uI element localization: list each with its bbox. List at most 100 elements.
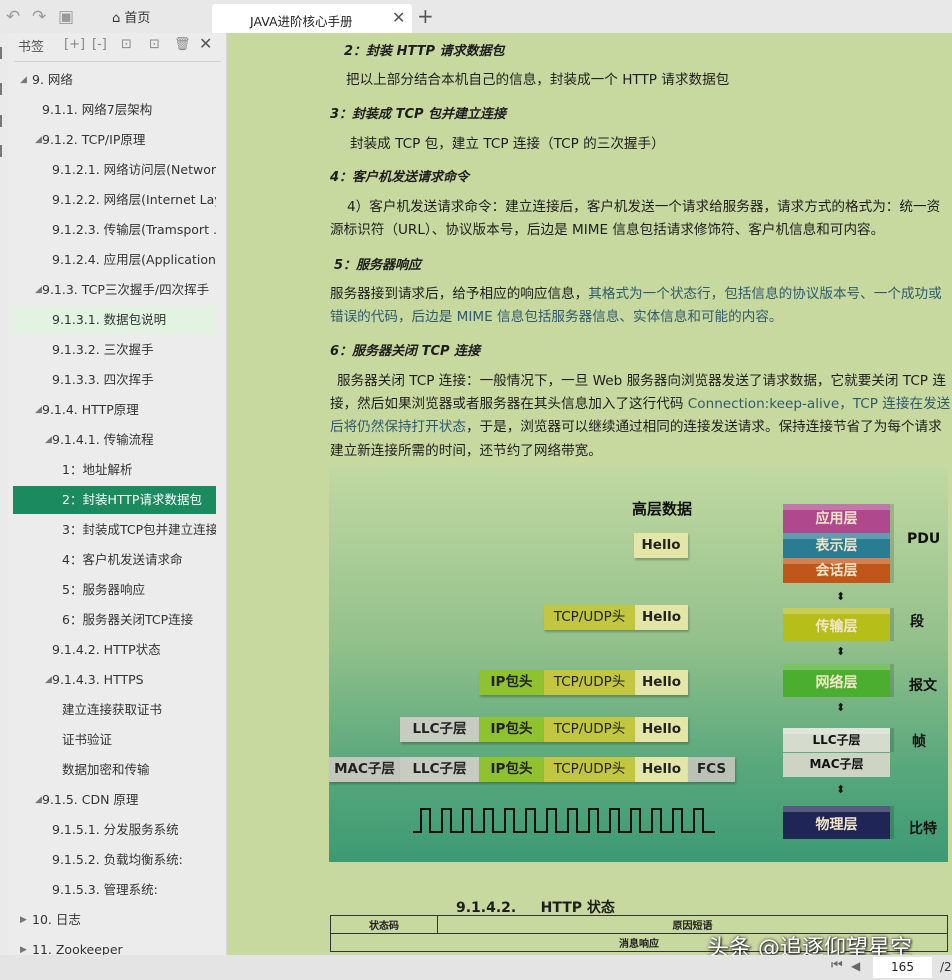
collapse-arrow-icon[interactable]: ◢ xyxy=(45,426,52,454)
new-tab-button[interactable]: + xyxy=(417,4,434,28)
left-strip xyxy=(0,33,8,955)
watermark: 头条 @追逐仰望星空 xyxy=(707,936,912,955)
layer-transport: 传输层 xyxy=(783,608,890,641)
close-panel-icon[interactable]: ✕ xyxy=(199,34,212,53)
bookmark-label: 9.1.5.3. 管理系统: xyxy=(52,882,158,897)
paragraph-line: 源标识符（URL）、协议版本号，后边是 MIME 信息包括请求修饰符、客户机信息… xyxy=(330,222,885,238)
tab-document[interactable]: JAVA进阶核心手册 ✕ xyxy=(212,4,412,33)
bookmark-item[interactable]: 9.1.5.3. 管理系统: xyxy=(13,876,216,904)
bookmark-item[interactable]: 2：封装HTTP请求数据包 xyxy=(13,486,216,514)
bookmark-item[interactable]: 4：客户机发送请求命 xyxy=(13,546,216,574)
collapse-arrow-icon[interactable]: ◢ xyxy=(20,66,27,94)
tab-home[interactable]: ⌂ 首页 xyxy=(112,7,150,26)
edit-bookmark-icon[interactable]: ⊡ xyxy=(149,37,160,52)
ip-header-cell: IP包头 xyxy=(479,717,544,742)
bookmark-item[interactable]: 6：服务器关闭TCP连接 xyxy=(13,606,216,634)
bookmark-item[interactable]: ◢ 9. 网络 xyxy=(13,66,216,94)
bookmark-item[interactable]: ◢ 9.1.2. TCP/IP原理 xyxy=(13,126,216,154)
bookmark-item[interactable]: ◢ 9.1.4.3. HTTPS xyxy=(13,666,216,694)
llc-cell: LLC子层 xyxy=(400,717,479,742)
collapse-arrow-icon[interactable]: ◢ xyxy=(35,276,42,304)
tab-home-label: 首页 xyxy=(124,11,151,26)
bit-signal-wave xyxy=(413,808,715,833)
section-heading: 9.1.4.2. HTTP 状态 xyxy=(456,900,615,916)
paragraph-line: 服务器接到请求后，给予相应的响应信息，其格式为一个状态行，包括信息的协议版本号、… xyxy=(330,286,942,302)
bookmark-label: 5：服务器响应 xyxy=(62,582,145,597)
paragraph-line: 服务器关闭 TCP 连接：一般情况下，一旦 Web 服务器向浏览器发送了请求数据… xyxy=(337,373,946,389)
bit-label: 比特 xyxy=(909,821,937,837)
first-page-button[interactable]: ⏮ xyxy=(831,958,843,973)
layer-application: 应用层 xyxy=(783,504,890,533)
bookmark-item[interactable]: ◢ 9.1.3. TCP三次握手/四次挥手 xyxy=(13,276,216,304)
collapse-arrow-icon[interactable]: ◢ xyxy=(35,786,42,814)
layer-session: 会话层 xyxy=(783,558,890,583)
paragraph-line: 4）客户机发送请求命令：建立连接后，客户机发送一个请求给服务器，请求方式的格式为… xyxy=(347,199,941,215)
page-number-input[interactable]: 165 xyxy=(873,957,932,978)
bookmark-item[interactable]: 9.1.2.2. 网络层(Internet Lay... xyxy=(13,186,216,214)
bookmark-item[interactable]: 9.1.2.3. 传输层(Tramsport ... xyxy=(13,216,216,244)
collapse-arrow-icon[interactable]: ◢ xyxy=(45,666,52,694)
bookmark-label: 证书验证 xyxy=(62,732,113,747)
bookmark-label: 9. 网络 xyxy=(32,72,73,87)
pdu-label: PDU xyxy=(907,531,941,547)
bookmark-item[interactable]: ◢ 9.1.5. CDN 原理 xyxy=(13,786,216,814)
bookmark-label: 数据加密和传输 xyxy=(62,762,150,777)
data-cell: Hello xyxy=(635,757,688,782)
bookmark-label: 10. 日志 xyxy=(32,912,81,927)
expand-all-icon[interactable]: [+] xyxy=(64,37,85,52)
bookmark-label: 9.1.5.2. 负载均衡系统: xyxy=(52,852,183,867)
collapse-arrow-icon[interactable]: ◢ xyxy=(35,396,42,424)
close-tab-icon[interactable]: ✕ xyxy=(392,8,405,27)
bookmark-item[interactable]: 9.1.5.2. 负载均衡系统: xyxy=(13,846,216,874)
bookmark-item[interactable]: 5：服务器响应 xyxy=(13,576,216,604)
bookmark-item[interactable]: 数据加密和传输 xyxy=(13,756,216,784)
layer-presentation: 表示层 xyxy=(783,533,890,558)
paragraph-line: 后将仍然保持打开状态，于是，浏览器可以继续通过相同的连接发送请求。保持连接节省了… xyxy=(330,419,942,435)
bookmark-label: 建立连接获取证书 xyxy=(62,702,163,717)
bookmark-label: 9.1.4. HTTP原理 xyxy=(42,402,139,417)
expand-arrow-icon[interactable]: ▶ xyxy=(20,906,27,934)
bookmark-item[interactable]: 9.1.1. 网络7层架构 xyxy=(13,96,216,124)
bookmark-item[interactable]: 9.1.2.1. 网络访问层(Networ... xyxy=(13,156,216,184)
add-bookmark-icon[interactable]: ⊡ xyxy=(121,37,132,52)
bookmark-item[interactable]: 证书验证 xyxy=(13,726,216,754)
paragraph: 把以上部分结合本机自己的信息，封装成一个 HTTP 请求数据包 xyxy=(346,72,730,88)
bookmark-item[interactable]: 9.1.4.2. HTTP状态 xyxy=(13,636,216,664)
double-arrow-icon: ⬍ xyxy=(836,645,846,658)
bookmark-item[interactable]: ▶ 10. 日志 xyxy=(13,906,216,934)
bookmark-item[interactable]: 9.1.3.2. 三次握手 xyxy=(13,336,216,364)
table-header: 状态码 xyxy=(330,915,438,934)
tcp-header-cell: TCP/UDP头 xyxy=(544,757,635,782)
bookmark-item[interactable]: ◢ 9.1.4.1. 传输流程 xyxy=(13,426,216,454)
document-view: 2：封装 HTTP 请求数据包 把以上部分结合本机自己的信息，封装成一个 HTT… xyxy=(227,33,952,955)
bookmark-item[interactable]: 3：封装成TCP包并建立连接 xyxy=(13,516,216,544)
undo-icon[interactable]: ↶ xyxy=(6,7,20,27)
ip-header-cell: IP包头 xyxy=(479,670,544,695)
bookmark-label: 6：服务器关闭TCP连接 xyxy=(62,612,194,627)
bookmark-item[interactable]: ◢ 9.1.4. HTTP原理 xyxy=(13,396,216,424)
bookmark-item[interactable]: 9.1.5.1. 分发服务系统 xyxy=(13,816,216,844)
heading-step-4: 4：客户机发送请求命令 xyxy=(330,170,470,185)
collapse-all-icon[interactable]: [-] xyxy=(92,37,107,52)
prev-page-button[interactable]: ◀ xyxy=(851,959,860,973)
tcp-header-cell: TCP/UDP头 xyxy=(544,670,635,695)
home-icon: ⌂ xyxy=(112,11,121,26)
paragraph-line: 建立新连接所需的时间，还节约了网络带宽。 xyxy=(330,443,602,459)
bookmark-label: 9.1.3.3. 四次挥手 xyxy=(52,372,154,387)
bookmark-label: 4：客户机发送请求命 xyxy=(62,552,183,567)
redo-icon[interactable]: ↷ xyxy=(32,7,46,27)
collapse-arrow-icon[interactable]: ◢ xyxy=(35,126,42,154)
save-icon[interactable]: ▣ xyxy=(58,7,74,27)
bookmark-item[interactable]: 1：地址解析 xyxy=(13,456,216,484)
delete-icon[interactable]: 🗑 xyxy=(174,37,191,52)
bookmark-label: 9.1.2.4. 应用层(Application... xyxy=(52,252,216,267)
bookmark-item[interactable]: 9.1.2.4. 应用层(Application... xyxy=(13,246,216,274)
bookmark-item[interactable]: 建立连接获取证书 xyxy=(13,696,216,724)
paragraph: 封装成 TCP 包，建立 TCP 连接（TCP 的三次握手） xyxy=(350,136,665,152)
bookmark-item[interactable]: 9.1.3.1. 数据包说明 xyxy=(13,306,216,334)
bookmark-label: 9.1.1. 网络7层架构 xyxy=(42,102,153,117)
bookmark-label: 9.1.4.1. 传输流程 xyxy=(52,432,154,447)
bookmark-item[interactable]: 9.1.3.3. 四次挥手 xyxy=(13,366,216,394)
frame-label: 帧 xyxy=(912,734,926,750)
bookmark-label: 9.1.4.3. HTTPS xyxy=(52,672,144,687)
